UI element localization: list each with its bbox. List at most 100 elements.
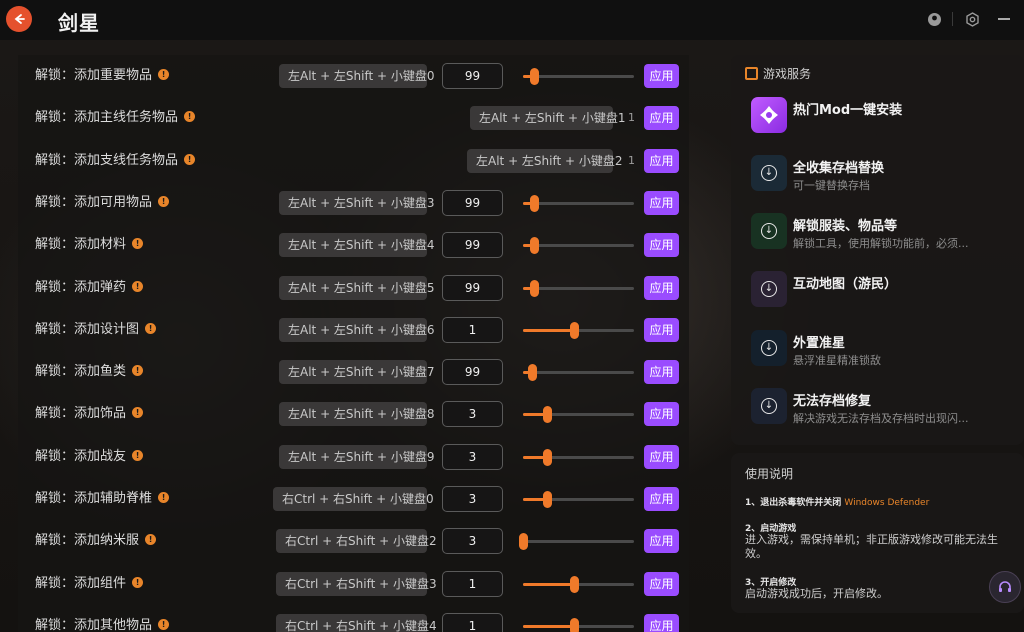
- hotkey-badge[interactable]: 左Alt + 左Shift + 小键盘5: [279, 275, 435, 300]
- value-slider[interactable]: [523, 575, 634, 593]
- hotkey-badge[interactable]: 左Alt + 左Shift + 小键盘3: [279, 190, 435, 215]
- slider-thumb[interactable]: [570, 617, 580, 632]
- services-header: 游戏服务: [745, 65, 811, 82]
- slider-thumb[interactable]: [530, 237, 540, 255]
- value-input[interactable]: 1: [442, 316, 503, 343]
- value-slider[interactable]: [523, 364, 634, 382]
- hotkey-badge[interactable]: 右Ctrl + 右Shift + 小键盘2: [276, 529, 437, 554]
- minimize-button[interactable]: [998, 18, 1010, 20]
- hotkey-badge[interactable]: 左Alt + 左Shift + 小键盘9: [279, 444, 435, 469]
- info-icon[interactable]: !: [132, 365, 144, 377]
- settings-button[interactable]: [964, 11, 980, 27]
- mod-icon: [751, 97, 787, 133]
- hotkey-badge[interactable]: 右Ctrl + 右Shift + 小键盘0: [273, 487, 434, 511]
- info-icon[interactable]: !: [145, 534, 157, 546]
- value-input[interactable]: 99: [442, 63, 503, 89]
- slider-thumb[interactable]: [543, 491, 553, 508]
- hotkey-badge[interactable]: 左Alt + 左Shift + 小键盘8: [279, 402, 435, 427]
- info-icon[interactable]: !: [132, 407, 144, 419]
- service-item[interactable]: ↓ 解锁服装、物品等 解锁工具，使用解锁功能前，必须...: [751, 213, 1021, 257]
- slider-thumb[interactable]: [530, 194, 540, 212]
- service-item[interactable]: ↓ 全收集存档替换 可一键替换存档: [751, 155, 1021, 199]
- support-button[interactable]: [989, 571, 1021, 603]
- slider-thumb[interactable]: [543, 448, 553, 466]
- info-icon[interactable]: !: [184, 111, 196, 123]
- slider-thumb[interactable]: [570, 575, 580, 593]
- slider-thumb[interactable]: [570, 321, 580, 339]
- hotkey-badge[interactable]: 左Alt + 左Shift + 小键盘6: [279, 317, 435, 342]
- cheat-label: 解锁：添加支线任务物品!: [35, 140, 196, 182]
- cheat-label: 解锁：添加饰品!: [35, 393, 144, 435]
- apply-button[interactable]: 应用: [644, 613, 679, 632]
- service-item[interactable]: ↓ 互动地图（游民）: [751, 271, 1021, 315]
- value-slider[interactable]: [523, 68, 634, 85]
- value-slider[interactable]: [523, 321, 634, 339]
- info-icon[interactable]: !: [158, 492, 170, 503]
- slider-thumb[interactable]: [530, 68, 540, 85]
- apply-button[interactable]: 应用: [644, 148, 679, 173]
- apply-button[interactable]: 应用: [644, 317, 679, 342]
- apply-button[interactable]: 应用: [644, 571, 679, 596]
- download-icon: ↓: [751, 330, 787, 366]
- apply-button[interactable]: 应用: [644, 444, 679, 469]
- value-slider[interactable]: [519, 533, 634, 551]
- info-icon[interactable]: !: [132, 576, 144, 588]
- hotkey-badge[interactable]: 左Alt + 左Shift + 小键盘1: [470, 106, 626, 131]
- value-input[interactable]: 3: [442, 401, 503, 428]
- hotkey-badge[interactable]: 左Alt + 左Shift + 小键盘2: [467, 148, 623, 173]
- apply-button[interactable]: 应用: [644, 487, 679, 511]
- value-slider[interactable]: [523, 491, 634, 508]
- value-input[interactable]: 99: [442, 232, 503, 259]
- value-slider[interactable]: [523, 448, 634, 466]
- value-text: 1: [628, 111, 635, 125]
- service-title: 互动地图（游民）: [793, 277, 898, 292]
- download-icon: ↓: [751, 213, 787, 249]
- title-bar: 剑星: [0, 0, 1024, 40]
- back-button[interactable]: [6, 6, 32, 32]
- apply-button[interactable]: 应用: [644, 64, 679, 88]
- apply-button[interactable]: 应用: [644, 360, 679, 385]
- hotkey-badge[interactable]: 右Ctrl + 右Shift + 小键盘4: [276, 613, 437, 632]
- info-icon[interactable]: !: [132, 280, 144, 292]
- info-icon[interactable]: !: [184, 153, 196, 165]
- info-icon[interactable]: !: [132, 238, 144, 250]
- value-text: 1: [628, 153, 635, 167]
- value-slider[interactable]: [523, 237, 634, 255]
- value-input[interactable]: 99: [442, 189, 503, 216]
- value-input[interactable]: 3: [442, 486, 503, 512]
- service-item[interactable]: ↓ 外置准星 悬浮准星精准锁敌: [751, 330, 1021, 374]
- apply-button[interactable]: 应用: [644, 529, 679, 554]
- slider-thumb[interactable]: [543, 406, 553, 424]
- info-icon[interactable]: !: [158, 618, 170, 630]
- apply-button[interactable]: 应用: [644, 233, 679, 258]
- hotkey-badge[interactable]: 右Ctrl + 右Shift + 小键盘3: [276, 571, 437, 596]
- value-input[interactable]: 99: [442, 359, 503, 386]
- value-slider[interactable]: [523, 406, 634, 424]
- hotkey-badge[interactable]: 左Alt + 左Shift + 小键盘4: [279, 233, 435, 258]
- hotkey-badge[interactable]: 左Alt + 左Shift + 小键盘7: [279, 360, 435, 385]
- value-slider[interactable]: [523, 279, 634, 297]
- info-icon[interactable]: !: [158, 69, 170, 80]
- value-slider[interactable]: [523, 194, 634, 212]
- value-input[interactable]: 3: [442, 443, 503, 470]
- service-item[interactable]: ↓ 无法存档修复 解决游戏无法存档及存档时出现闪...: [751, 388, 1021, 432]
- hotkey-badge[interactable]: 左Alt + 左Shift + 小键盘0: [279, 64, 435, 88]
- info-icon[interactable]: !: [158, 195, 170, 207]
- value-input[interactable]: 3: [442, 528, 503, 555]
- apply-button[interactable]: 应用: [644, 190, 679, 215]
- value-input[interactable]: 99: [442, 274, 503, 301]
- apply-button[interactable]: 应用: [644, 106, 679, 131]
- value-input[interactable]: 1: [442, 612, 503, 632]
- apply-button[interactable]: 应用: [644, 275, 679, 300]
- slider-thumb[interactable]: [519, 533, 528, 551]
- slider-thumb[interactable]: [527, 364, 537, 382]
- service-title: 外置准星: [793, 336, 846, 351]
- service-item[interactable]: 热门Mod一键安装: [751, 97, 1021, 141]
- slider-thumb[interactable]: [530, 279, 540, 297]
- info-icon[interactable]: !: [145, 322, 157, 334]
- apply-button[interactable]: 应用: [644, 402, 679, 427]
- value-slider[interactable]: [523, 617, 634, 632]
- info-icon[interactable]: !: [132, 449, 144, 461]
- user-button[interactable]: [926, 11, 942, 27]
- value-input[interactable]: 1: [442, 570, 503, 597]
